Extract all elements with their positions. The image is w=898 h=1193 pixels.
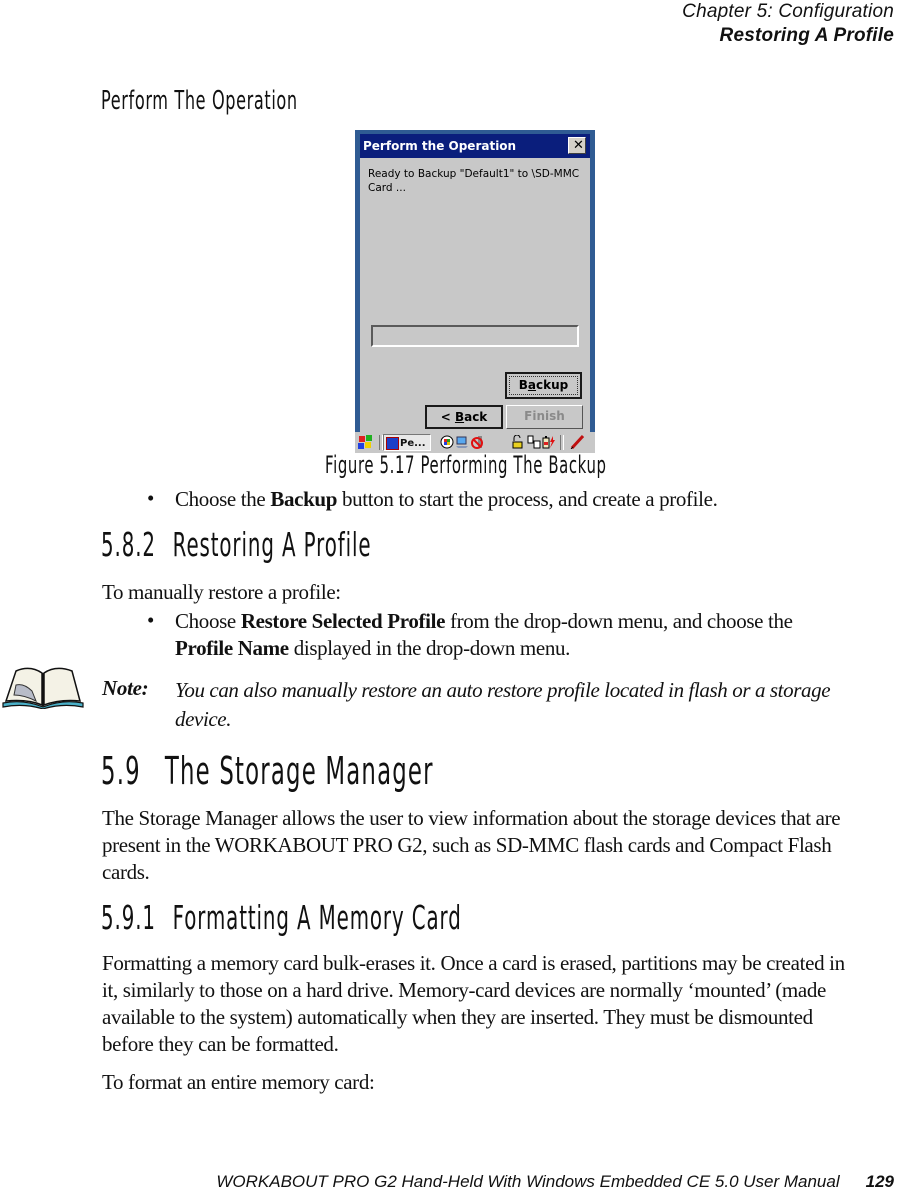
section-title: The Storage Manager <box>164 749 434 793</box>
section-number: 5.8.2 <box>101 525 156 564</box>
lock-icon[interactable] <box>510 435 524 449</box>
text-run: Choose the <box>175 487 271 511</box>
dialog-titlebar: Perform the Operation ✕ <box>360 134 590 158</box>
section-heading-5-9-1: 5.9.1 Formatting A Memory Card <box>101 898 462 937</box>
note-text: You can also manually restore an auto re… <box>175 678 831 731</box>
note-book-icon <box>2 667 84 709</box>
text-run: displayed in the drop-down menu. <box>288 636 571 660</box>
close-button[interactable]: ✕ <box>568 137 586 154</box>
bullet-glyph: • <box>147 486 155 510</box>
running-header-section: Restoring A Profile <box>719 25 894 46</box>
battery-charging-icon[interactable] <box>542 435 556 449</box>
running-header-chapter: Chapter 5: Configuration <box>682 1 894 22</box>
taskbar-separator <box>560 435 564 450</box>
pen-input-icon[interactable] <box>570 435 584 449</box>
paragraph-storage-manager: The Storage Manager allows the user to v… <box>102 806 841 884</box>
close-icon: ✕ <box>573 138 584 153</box>
dialog-title: Perform the Operation <box>363 139 517 153</box>
taskbar-task-button[interactable]: Pe... <box>383 434 431 451</box>
task-label: Pe... <box>400 438 426 449</box>
device-screenshot: Perform the Operation ✕ Ready to Backup … <box>355 130 595 453</box>
finish-button[interactable]: Finish <box>506 405 583 429</box>
backup-button-focus: Backup <box>509 376 578 395</box>
paragraph-format-intro: To format an entire memory card: <box>102 1070 375 1094</box>
section-title: Restoring A Profile <box>172 525 372 564</box>
taskbar: Pe... <box>355 432 595 453</box>
progress-bar <box>371 325 579 347</box>
footer-manual-title: WORKABOUT PRO G2 Hand-Held With Windows … <box>216 1172 840 1191</box>
ui-term: Profile Name <box>175 636 289 660</box>
page-footer: WORKABOUT PRO G2 Hand-Held With Windows … <box>216 1172 894 1192</box>
network-globe-icon[interactable] <box>440 435 454 449</box>
note-label: Note: <box>102 676 149 700</box>
back-label-mnemonic: B <box>454 410 465 424</box>
page-number: 129 <box>865 1172 894 1191</box>
paragraph-restore-intro: To manually restore a profile: <box>102 580 341 604</box>
figure-caption: Figure 5.17 Performing The Backup <box>325 451 607 479</box>
backup-label-mnemonic: a <box>527 378 537 392</box>
bullet-glyph: • <box>147 608 155 632</box>
start-button[interactable] <box>357 434 377 451</box>
text-run: from the drop-down menu, and choose the <box>445 609 793 633</box>
backup-label-post: ckup <box>536 378 569 392</box>
text-run: button to start the process, and create … <box>337 487 718 511</box>
ui-term: Restore Selected Profile <box>240 609 446 633</box>
back-label-post: ack <box>464 410 488 424</box>
bullet-text: Choose Restore Selected Profile from the… <box>175 608 845 662</box>
section-heading-5-8-2: 5.8.2 Restoring A Profile <box>101 525 371 564</box>
section-heading-5-9: 5.9 The Storage Manager <box>101 749 434 793</box>
windows-flag-icon <box>358 435 372 449</box>
back-button[interactable]: < Back <box>425 405 503 429</box>
text-run: Choose <box>175 609 241 633</box>
no-signal-icon[interactable] <box>470 435 484 449</box>
network-pc-icon[interactable] <box>455 435 469 449</box>
backup-label-pre: B <box>518 378 528 392</box>
subheading-perform-operation: Perform The Operation <box>101 86 298 116</box>
connection-icon[interactable] <box>527 435 541 449</box>
section-title: Formatting A Memory Card <box>172 898 462 937</box>
ui-term: Backup <box>270 487 338 511</box>
section-number: 5.9 <box>101 749 141 793</box>
dialog-message: Ready to Backup "Default1" to \SD-MMC Ca… <box>368 168 580 194</box>
paragraph-formatting: Formatting a memory card bulk-erases it.… <box>102 951 845 1056</box>
dialog-window: Perform the Operation ✕ Ready to Backup … <box>360 134 590 432</box>
section-number: 5.9.1 <box>101 898 156 937</box>
app-icon <box>386 437 399 450</box>
back-label-pre: < <box>440 410 455 424</box>
bullet-text: Choose the Backup button to start the pr… <box>175 486 855 513</box>
backup-button[interactable]: Backup <box>505 372 582 399</box>
